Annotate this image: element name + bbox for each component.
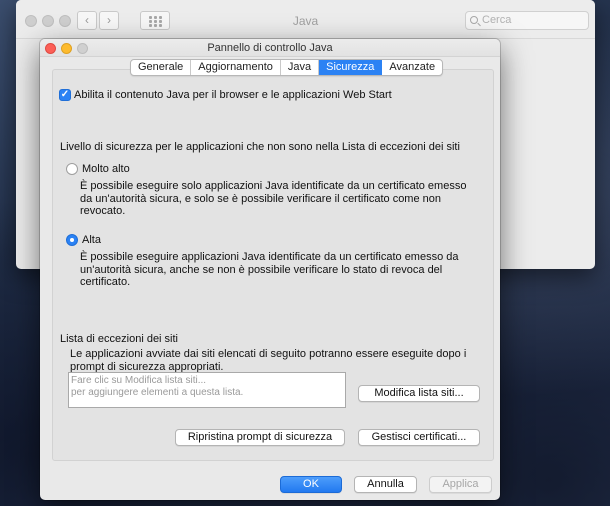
radio-molto-alto[interactable] [66, 163, 78, 175]
radio-alta-label: Alta [82, 234, 101, 246]
exception-list-heading: Lista di eccezioni dei siti [60, 333, 179, 345]
exception-site-list[interactable]: Fare clic su Modifica lista siti... per … [68, 372, 346, 408]
ok-button[interactable]: OK [280, 476, 342, 493]
radio-molto-alto-label: Molto alto [82, 163, 130, 175]
molto-alto-description: È possibile eseguire solo applicazioni J… [80, 180, 467, 217]
exception-list-description: Le applicazioni avviate dai siti elencat… [70, 348, 467, 373]
edit-site-list-button[interactable]: Modifica lista siti... [358, 385, 480, 402]
list-placeholder-line1: Fare clic su Modifica lista siti... [71, 375, 207, 386]
enable-java-label: Abilita il contenuto Java per il browser… [74, 89, 392, 101]
apply-button[interactable]: Applica [429, 476, 492, 493]
security-level-heading: Livello di sicurezza per le applicazioni… [60, 141, 460, 153]
radio-alta[interactable] [66, 234, 78, 246]
enable-java-checkbox[interactable]: ✓ [59, 89, 71, 101]
search-icon [470, 16, 478, 24]
tab-generale[interactable]: Generale [131, 60, 192, 75]
search-placeholder: Cerca [482, 14, 512, 26]
cancel-button[interactable]: Annulla [354, 476, 417, 493]
java-control-panel-window: Pannello di controllo Java Generale Aggi… [40, 39, 500, 500]
dialog-titlebar: Pannello di controllo Java [40, 39, 500, 57]
tab-aggiornamento[interactable]: Aggiornamento [191, 60, 281, 75]
tab-bar: Generale Aggiornamento Java Sicurezza Av… [130, 59, 444, 76]
tab-java[interactable]: Java [281, 60, 320, 75]
manage-certificates-button[interactable]: Gestisci certificati... [358, 429, 480, 446]
back-window-titlebar: ‹ › Java Cerca [16, 0, 595, 39]
dialog-title: Pannello di controllo Java [207, 42, 333, 54]
list-placeholder-line2: per aggiungere elementi a questa lista. [71, 387, 244, 398]
search-field[interactable]: Cerca [465, 11, 589, 30]
tab-sicurezza[interactable]: Sicurezza [319, 60, 383, 75]
alta-description: È possibile eseguire applicazioni Java i… [80, 251, 459, 288]
restore-security-prompts-button[interactable]: Ripristina prompt di sicurezza [175, 429, 345, 446]
tab-avanzate[interactable]: Avanzate [382, 60, 442, 75]
